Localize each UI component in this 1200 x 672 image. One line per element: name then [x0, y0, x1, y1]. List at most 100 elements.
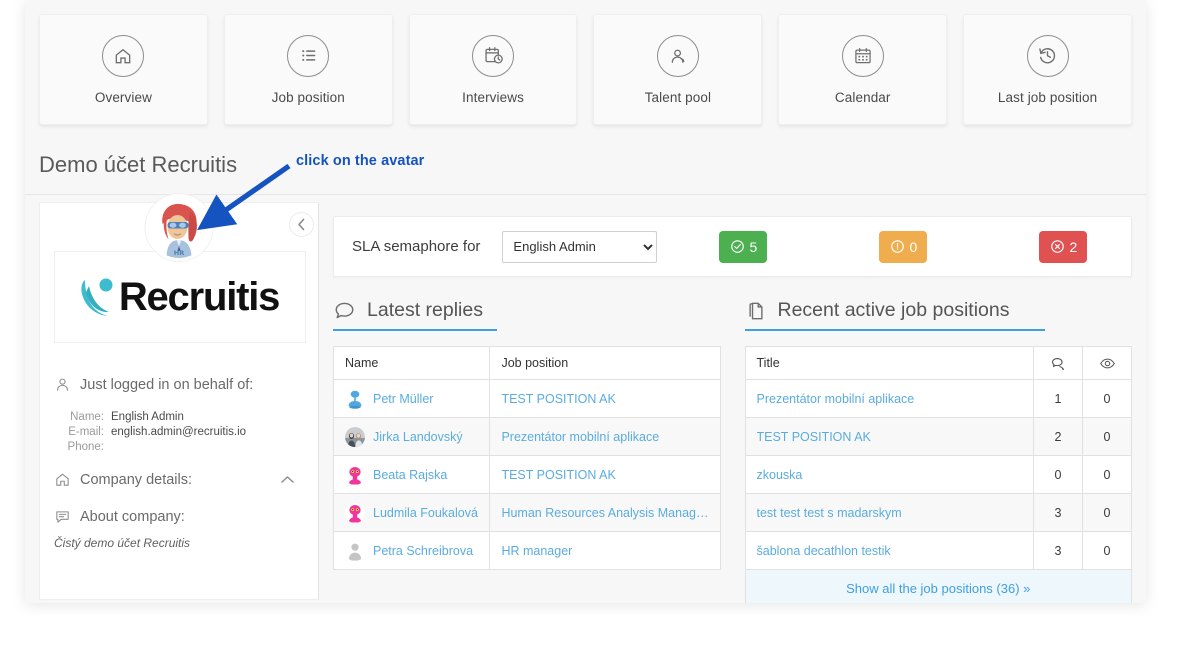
nav-tile-label: Job position	[271, 89, 345, 105]
avatar-pink-monster	[345, 464, 365, 485]
job-title-link[interactable]: šablona decathlon testik	[757, 544, 987, 558]
sla-semaphore-card: SLA semaphore for English Admin 5 0 2	[333, 216, 1132, 277]
table-header-row: Name Job position	[332, 346, 721, 380]
dashboard-content: SLA semaphore for English Admin 5 0 2 La…	[332, 202, 1146, 603]
svg-text:HR: HR	[174, 249, 184, 257]
company-sidebar: HR Recruitis Just logged in on behalf of…	[39, 194, 319, 600]
nav-tile-calendar[interactable]: Calendar	[778, 14, 948, 125]
job-position-link[interactable]: TEST POSITION AK	[501, 392, 708, 406]
comments-icon	[1050, 355, 1067, 370]
logged-in-details: Name: English Admin E-mail: english.admi…	[54, 411, 306, 456]
page-title-bar: Demo účet Recruitis	[25, 142, 1146, 195]
annotation-label: click on the avatar	[296, 153, 425, 169]
cell-title: Prezentátor mobilní aplikace	[744, 379, 1034, 418]
cell-job-position: Human Resources Analysis Manag…	[489, 493, 721, 532]
documents-icon	[745, 300, 767, 322]
nav-tile-label: Overview	[94, 89, 152, 105]
sla-badge-ok[interactable]: 5	[719, 230, 768, 263]
detail-value: English Admin	[111, 411, 184, 423]
comment-box-icon	[54, 508, 71, 525]
nav-tile-label: Talent pool	[644, 89, 712, 105]
table-header-row: Title	[744, 346, 1132, 380]
detail-key: Phone:	[67, 441, 104, 453]
cell-job-position: TEST POSITION AK	[489, 379, 721, 418]
job-title-link[interactable]: Prezentátor mobilní aplikace	[757, 392, 987, 406]
page-title: Demo účet Recruitis	[39, 152, 238, 177]
table-row[interactable]: Ludmila Foukalová Human Resources Analys…	[332, 493, 721, 532]
user-icon	[54, 376, 71, 393]
avatar-pink-monster	[345, 502, 365, 523]
job-position-link[interactable]: TEST POSITION AK	[501, 468, 708, 482]
quick-nav-tiles: Overview Job position Interviews Talent …	[25, 14, 1146, 125]
nav-tile-job-position[interactable]: Job position	[223, 14, 393, 125]
detail-row-name: Name: English Admin	[54, 411, 306, 423]
nav-tile-last-job-position[interactable]: Last job position	[963, 14, 1132, 125]
company-details-label: Company details:	[80, 471, 193, 488]
job-position-link[interactable]: Human Resources Analysis Manag…	[501, 506, 708, 520]
dashboard-columns: Latest replies Name Job position Petr Mü…	[332, 299, 1133, 603]
comment-icon	[333, 299, 356, 322]
table-row[interactable]: zkouska 0 0	[744, 455, 1132, 494]
recent-jobs-table: Title Prezentátor mobilní aplikace 1 0 T…	[744, 346, 1132, 603]
sla-badge-critical[interactable]: 2	[1039, 230, 1088, 263]
about-company-heading-row: About company:	[54, 508, 306, 525]
cell-name: Petr Müller	[332, 379, 491, 418]
nav-tile-label: Calendar	[834, 89, 891, 105]
latest-replies-panel: Latest replies Name Job position Petr Mü…	[332, 299, 721, 603]
avatar-gray-silhouette	[345, 540, 365, 561]
sidebar-collapse-button[interactable]	[289, 212, 314, 237]
column-header-views	[1082, 346, 1132, 380]
sla-badge-warning[interactable]: 0	[879, 230, 928, 263]
table-row[interactable]: Prezentátor mobilní aplikace 1 0	[744, 379, 1132, 418]
table-row[interactable]: Petra Schreibrova HR manager	[332, 531, 721, 570]
table-row[interactable]: TEST POSITION AK 2 0	[744, 417, 1132, 456]
cell-comments: 1	[1033, 379, 1083, 418]
column-header-job-position: Job position	[489, 346, 721, 380]
cell-title: šablona decathlon testik	[744, 531, 1034, 570]
table-row[interactable]: Beata Rajska TEST POSITION AK	[332, 455, 721, 494]
home-outline-icon	[54, 471, 71, 488]
table-row[interactable]: Jirka Landovský Prezentátor mobilní apli…	[332, 417, 721, 456]
show-all-jobs-link[interactable]: Show all the job positions (36) »	[744, 569, 1132, 603]
latest-replies-header: Latest replies	[333, 299, 721, 331]
candidate-name-link[interactable]: Ludmila Foukalová	[373, 506, 478, 520]
table-footer-row[interactable]: Show all the job positions (36) »	[744, 569, 1132, 603]
candidate-name-link[interactable]: Jirka Landovský	[373, 430, 463, 444]
candidate-name-link[interactable]: Petra Schreibrova	[373, 544, 473, 558]
eye-icon	[1099, 355, 1116, 369]
sla-badge-value: 5	[749, 238, 758, 255]
job-title-link[interactable]: zkouska	[757, 468, 987, 482]
recent-jobs-header: Recent active job positions	[744, 299, 1133, 331]
job-position-link[interactable]: HR manager	[501, 544, 708, 558]
cell-job-position: Prezentátor mobilní aplikace	[489, 417, 721, 456]
nav-tile-overview[interactable]: Overview	[39, 14, 208, 125]
candidate-name-link[interactable]: Beata Rajska	[373, 468, 447, 482]
cell-views: 0	[1082, 417, 1132, 456]
candidate-name-link[interactable]: Petr Müller	[373, 392, 433, 406]
job-title-link[interactable]: TEST POSITION AK	[757, 430, 987, 444]
job-title-link[interactable]: test test test s madarskym	[757, 506, 987, 520]
company-details-toggle[interactable]: Company details:	[54, 471, 306, 488]
recruitis-mark-icon	[81, 278, 113, 316]
recruitis-wordmark: Recruitis	[118, 274, 281, 319]
nav-tile-label: Interviews	[462, 89, 524, 105]
sla-user-select[interactable]: English Admin	[502, 230, 658, 263]
sla-badge-value: 2	[1069, 238, 1078, 255]
detail-row-email: E-mail: english.admin@recruitis.io	[54, 426, 306, 438]
cell-comments: 3	[1033, 493, 1083, 532]
nav-tile-talent-pool[interactable]: Talent pool	[593, 14, 763, 125]
detail-key: E-mail:	[68, 426, 104, 438]
nav-tile-interviews[interactable]: Interviews	[408, 14, 578, 125]
detail-row-phone: Phone:	[54, 441, 306, 453]
about-company-label: About company:	[80, 508, 185, 525]
avatar[interactable]: HR	[145, 194, 213, 261]
table-row[interactable]: Petr Müller TEST POSITION AK	[332, 379, 721, 418]
recent-jobs-title: Recent active job positions	[777, 299, 1010, 321]
cell-comments: 3	[1033, 531, 1083, 570]
table-row[interactable]: test test test s madarskym 3 0	[744, 493, 1132, 532]
cell-views: 0	[1082, 531, 1132, 570]
job-position-link[interactable]: Prezentátor mobilní aplikace	[501, 430, 708, 444]
user-badge-icon	[656, 34, 699, 77]
cell-views: 0	[1082, 493, 1132, 532]
table-row[interactable]: šablona decathlon testik 3 0	[744, 531, 1132, 570]
